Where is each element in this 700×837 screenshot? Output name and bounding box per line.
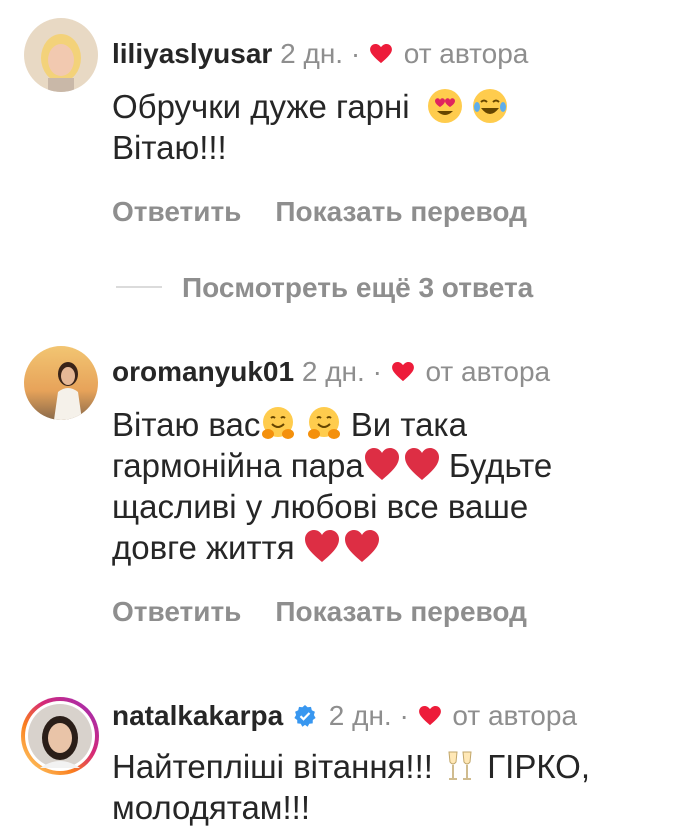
heart-icon (370, 44, 392, 64)
comment-line: Ви така (350, 406, 467, 443)
username[interactable]: natalkakarpa (112, 700, 283, 731)
comment-line: Обручки дуже гарні (112, 88, 410, 125)
show-translation-button[interactable]: Показать перевод (275, 596, 527, 627)
comment-text: Обручки дуже гарні Вітаю!!! (112, 86, 508, 168)
divider (116, 286, 162, 288)
hugging-emoji-icon (262, 407, 295, 439)
author-like-label: от автора (452, 700, 578, 731)
comment-text: Вітаю вас Ви така гармонійна пара Будьте… (112, 404, 552, 568)
username[interactable]: oromanyuk01 (112, 356, 294, 387)
heart-eyes-emoji-icon (427, 89, 462, 123)
show-translation-button[interactable]: Показать перевод (275, 196, 527, 227)
tears-of-joy-emoji-icon (472, 89, 507, 123)
comment-line: щасливі у любові все ваше (112, 488, 529, 525)
username[interactable]: liliyaslyusar (112, 38, 272, 69)
timestamp: 2 дн. (328, 700, 392, 731)
author-like-label: от автора (425, 356, 551, 387)
comment-text: Найтепліші вітання!!! ГІРКО, молодятам!!… (112, 746, 590, 828)
comment-line: Вітаю!!! (112, 129, 227, 166)
comment-meta: oromanyuk01 2 дн. · от автора (112, 356, 550, 388)
comment-line: Будьте (448, 447, 553, 484)
avatar-story-ring[interactable] (20, 696, 100, 776)
comment-line: Вітаю вас (112, 406, 261, 443)
red-heart-emoji-icon (304, 530, 339, 562)
timestamp: 2 дн. (301, 356, 365, 387)
heart-icon (391, 362, 414, 382)
comment-actions: Ответить Показать перевод (112, 196, 527, 228)
reply-button[interactable]: Ответить (112, 196, 241, 227)
comment-line: гармонійна пара (112, 447, 364, 484)
separator: · (350, 38, 361, 69)
timestamp: 2 дн. (280, 38, 344, 69)
separator: · (399, 700, 409, 731)
comment-line: молодятам!!! (112, 789, 310, 826)
view-more-replies-button[interactable]: Посмотреть ещё 3 ответа (116, 272, 533, 304)
comment-meta: natalkakarpa 2 дн. · от автора (112, 700, 577, 732)
verified-badge-icon (294, 705, 316, 727)
heart-icon (418, 706, 441, 726)
view-more-replies-label: Посмотреть ещё 3 ответа (182, 272, 534, 303)
hugging-emoji-icon (307, 407, 340, 439)
author-like-label: от автора (403, 38, 529, 69)
avatar[interactable] (24, 346, 98, 420)
comment-line: довге життя (112, 529, 295, 566)
comment-actions: Ответить Показать перевод (112, 596, 527, 628)
comment-line: Найтепліші вітання!!! (112, 748, 433, 785)
comment-meta: liliyaslyusar 2 дн. · от автора (112, 38, 528, 70)
reply-button[interactable]: Ответить (112, 596, 241, 627)
red-heart-emoji-icon (364, 448, 399, 480)
comment-line: ГІРКО, (487, 748, 591, 785)
separator: · (372, 356, 382, 387)
avatar[interactable] (24, 18, 98, 92)
champagne-glasses-emoji-icon (448, 751, 472, 780)
red-heart-emoji-icon (404, 448, 439, 480)
red-heart-emoji-icon (344, 530, 379, 562)
